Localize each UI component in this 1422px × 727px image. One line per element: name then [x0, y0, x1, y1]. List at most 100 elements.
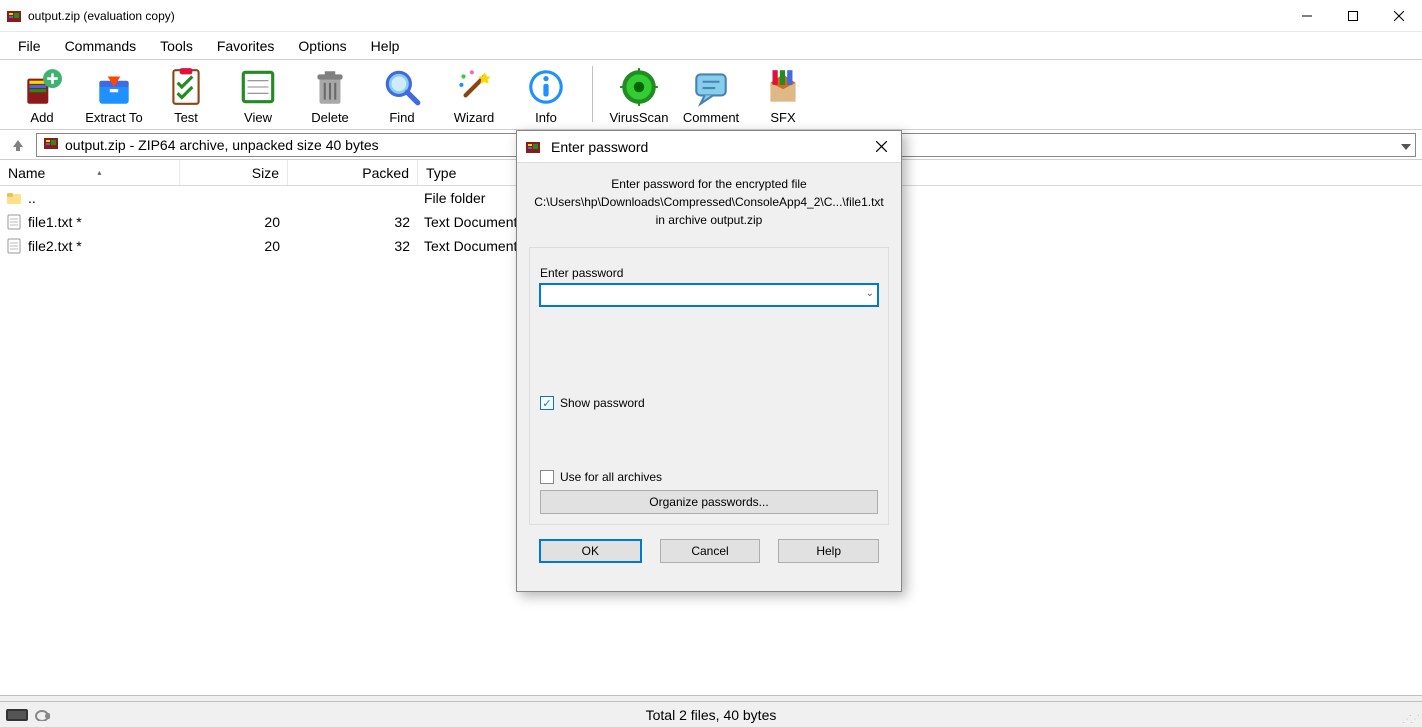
tool-sfx-label: SFX — [770, 110, 795, 125]
tool-find-label: Find — [389, 110, 414, 125]
window-controls — [1284, 0, 1422, 32]
folder-icon — [6, 190, 22, 206]
lock-icon — [34, 709, 50, 721]
extract-icon — [93, 66, 135, 108]
dialog-message-line1: Enter password for the encrypted file — [533, 175, 885, 193]
menubar: File Commands Tools Favorites Options He… — [0, 32, 1422, 60]
info-icon — [525, 66, 567, 108]
tool-sfx[interactable]: SFX — [753, 64, 813, 125]
archive-icon — [43, 135, 59, 154]
password-combo: ⌄ — [540, 284, 878, 306]
show-password-row[interactable]: ✓ Show password — [540, 396, 878, 410]
tool-info-label: Info — [535, 110, 557, 125]
column-packed[interactable]: Packed — [288, 160, 418, 185]
tool-delete-label: Delete — [311, 110, 349, 125]
tool-delete[interactable]: Delete — [300, 64, 360, 125]
dialog-body: Enter password for the encrypted file C:… — [517, 163, 901, 591]
up-arrow-icon — [11, 138, 25, 152]
tool-wizard-label: Wizard — [454, 110, 494, 125]
address-text: output.zip - ZIP64 archive, unpacked siz… — [65, 137, 379, 153]
cell-name: .. — [0, 190, 180, 206]
status-left-icons — [6, 709, 50, 721]
find-icon — [381, 66, 423, 108]
use-for-all-checkbox[interactable]: ✓ — [540, 470, 554, 484]
tool-comment[interactable]: Comment — [681, 64, 741, 125]
sfx-icon — [762, 66, 804, 108]
tool-find[interactable]: Find — [372, 64, 432, 125]
tool-info[interactable]: Info — [516, 64, 576, 125]
column-name[interactable]: Name ▴ — [0, 160, 180, 185]
maximize-button[interactable] — [1330, 0, 1376, 32]
tool-test-label: Test — [174, 110, 198, 125]
statusbar: Total 2 files, 40 bytes ⋰⋰ — [0, 701, 1422, 727]
ok-button[interactable]: OK — [539, 539, 642, 563]
cell-packed: 32 — [288, 238, 418, 254]
toolbar-separator — [592, 66, 593, 122]
dialog-group: Enter password ⌄ ✓ Show password ✓ Use f… — [529, 247, 889, 525]
dialog-title: Enter password — [551, 139, 869, 155]
sort-indicator-icon: ▴ — [97, 168, 101, 177]
menu-file[interactable]: File — [8, 34, 51, 58]
dialog-message: Enter password for the encrypted file C:… — [529, 175, 889, 229]
cell-name: file1.txt * — [0, 214, 180, 230]
minimize-button[interactable] — [1284, 0, 1330, 32]
file-icon — [6, 238, 22, 254]
cell-size: 20 — [180, 214, 288, 230]
dialog-titlebar: Enter password — [517, 131, 901, 163]
dialog-close-button[interactable] — [869, 135, 893, 159]
help-button[interactable]: Help — [778, 539, 879, 563]
organize-passwords-button[interactable]: Organize passwords... — [540, 490, 878, 514]
tool-virusscan-label: VirusScan — [609, 110, 668, 125]
tool-extract[interactable]: Extract To — [84, 64, 144, 125]
menu-options[interactable]: Options — [288, 34, 356, 58]
wizard-icon — [453, 66, 495, 108]
toolbar: Add Extract To Test View Delete Find Wiz… — [0, 60, 1422, 130]
tool-comment-label: Comment — [683, 110, 739, 125]
comment-icon — [690, 66, 732, 108]
titlebar: output.zip (evaluation copy) — [0, 0, 1422, 32]
address-dropdown-icon[interactable] — [1401, 137, 1411, 153]
resize-grip-icon[interactable]: ⋰⋰ — [1402, 714, 1418, 725]
show-password-label: Show password — [560, 396, 645, 410]
view-icon — [237, 66, 279, 108]
password-dialog: Enter password Enter password for the en… — [516, 130, 902, 592]
cell-name: file2.txt * — [0, 238, 180, 254]
menu-commands[interactable]: Commands — [55, 34, 147, 58]
column-name-label: Name — [8, 165, 45, 181]
add-icon — [21, 66, 63, 108]
tool-test[interactable]: Test — [156, 64, 216, 125]
password-input[interactable] — [540, 284, 878, 306]
keyboard-icon — [6, 709, 28, 721]
use-for-all-label: Use for all archives — [560, 470, 662, 484]
app-icon — [6, 8, 22, 24]
dialog-message-line2: C:\Users\hp\Downloads\Compressed\Console… — [533, 193, 885, 211]
dialog-icon — [525, 139, 541, 155]
use-for-all-row[interactable]: ✓ Use for all archives — [540, 470, 878, 484]
close-button[interactable] — [1376, 0, 1422, 32]
tool-view-label: View — [244, 110, 272, 125]
dialog-buttons: OK Cancel Help — [529, 525, 889, 577]
tool-view[interactable]: View — [228, 64, 288, 125]
column-size[interactable]: Size — [180, 160, 288, 185]
dialog-message-line3: in archive output.zip — [533, 211, 885, 229]
window-title: output.zip (evaluation copy) — [28, 9, 1284, 23]
cell-name-text: file2.txt * — [28, 238, 82, 254]
tool-virusscan[interactable]: VirusScan — [609, 64, 669, 125]
password-label: Enter password — [540, 266, 878, 280]
cancel-button[interactable]: Cancel — [660, 539, 761, 563]
tool-add[interactable]: Add — [12, 64, 72, 125]
file-icon — [6, 214, 22, 230]
status-text: Total 2 files, 40 bytes — [0, 707, 1422, 723]
up-button[interactable] — [6, 133, 30, 157]
tool-wizard[interactable]: Wizard — [444, 64, 504, 125]
virusscan-icon — [618, 66, 660, 108]
menu-tools[interactable]: Tools — [150, 34, 203, 58]
delete-icon — [309, 66, 351, 108]
cell-name-text: file1.txt * — [28, 214, 82, 230]
menu-favorites[interactable]: Favorites — [207, 34, 285, 58]
menu-help[interactable]: Help — [361, 34, 410, 58]
test-icon — [165, 66, 207, 108]
cell-size: 20 — [180, 238, 288, 254]
show-password-checkbox[interactable]: ✓ — [540, 396, 554, 410]
cell-name-text: .. — [28, 190, 36, 206]
